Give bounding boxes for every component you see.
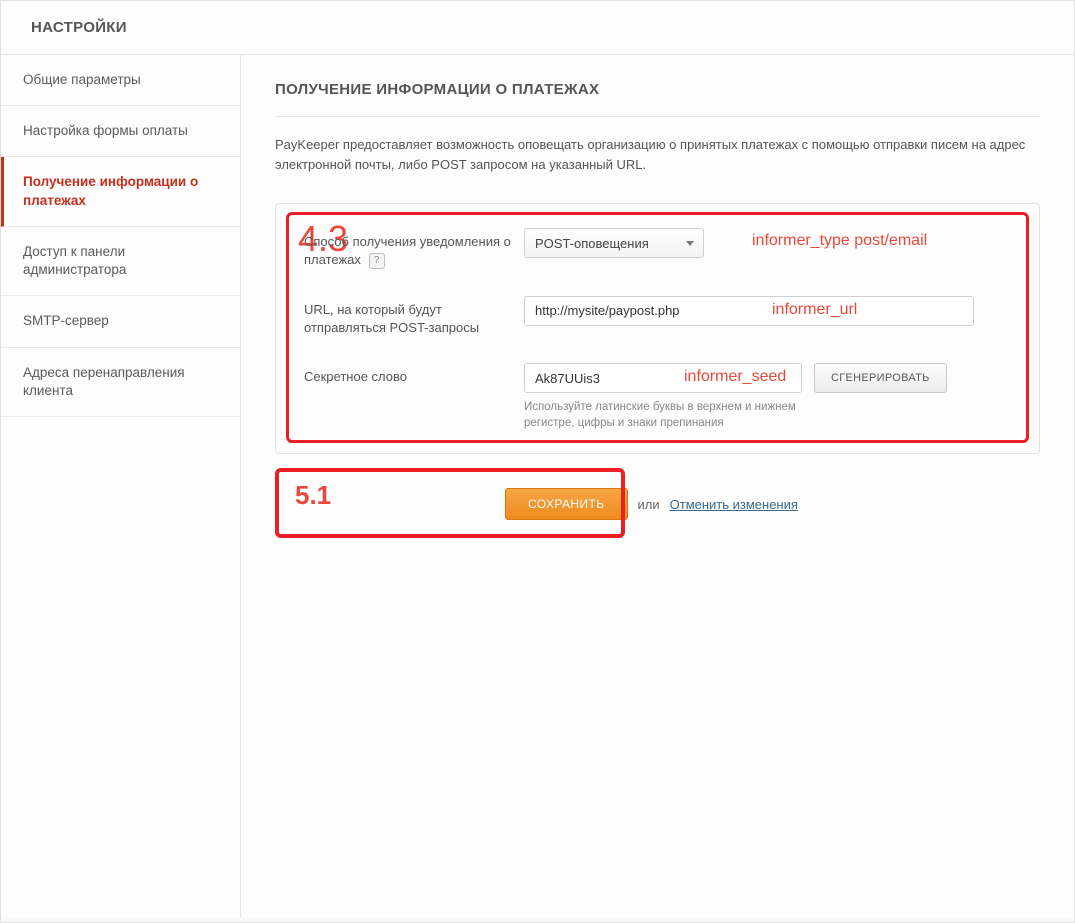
form-panel: 4.3 Способ получения уведомления о плате… (275, 203, 1040, 454)
save-button[interactable]: СОХРАНИТЬ (505, 488, 628, 520)
label-notify-method: Способ получения уведомления о платежах … (304, 228, 524, 269)
sidebar-item-payment-info[interactable]: Получение информации о платежах (1, 157, 240, 226)
generate-button[interactable]: СГЕНЕРИРОВАТЬ (814, 363, 947, 393)
cancel-link[interactable]: Отменить изменения (670, 497, 798, 512)
intro-text: PayKeeper предоставляет возможность опов… (275, 135, 1040, 175)
sidebar-item-redirect[interactable]: Адреса перенаправления клиента (1, 348, 240, 417)
sidebar-item-admin-access[interactable]: Доступ к панели администратора (1, 227, 240, 296)
sidebar-item-smtp[interactable]: SMTP-сервер (1, 296, 240, 347)
annotation-num-51: 5.1 (295, 480, 331, 511)
settings-sidebar: Общие параметры Настройка формы оплаты П… (1, 55, 241, 918)
select-notify-method[interactable]: POST-оповещения (524, 228, 704, 258)
annotation-informer-type: informer_type post/email (752, 232, 927, 250)
sidebar-item-general[interactable]: Общие параметры (1, 55, 240, 106)
secret-hint: Используйте латинские буквы в верхнем и … (524, 399, 804, 431)
help-icon[interactable]: ? (369, 253, 385, 269)
sidebar-item-payment-form[interactable]: Настройка формы оплаты (1, 106, 240, 157)
or-text: или (638, 497, 660, 512)
input-post-url[interactable] (524, 296, 974, 326)
section-title: ПОЛУЧЕНИЕ ИНФОРМАЦИИ О ПЛАТЕЖАХ (275, 81, 1040, 117)
label-post-url: URL, на который будут отправляться POST-… (304, 296, 524, 337)
label-secret-word: Секретное слово (304, 363, 524, 386)
page-title: НАСТРОЙКИ (31, 19, 1044, 36)
input-secret-word[interactable] (524, 363, 802, 393)
page-header: НАСТРОЙКИ (1, 1, 1074, 55)
